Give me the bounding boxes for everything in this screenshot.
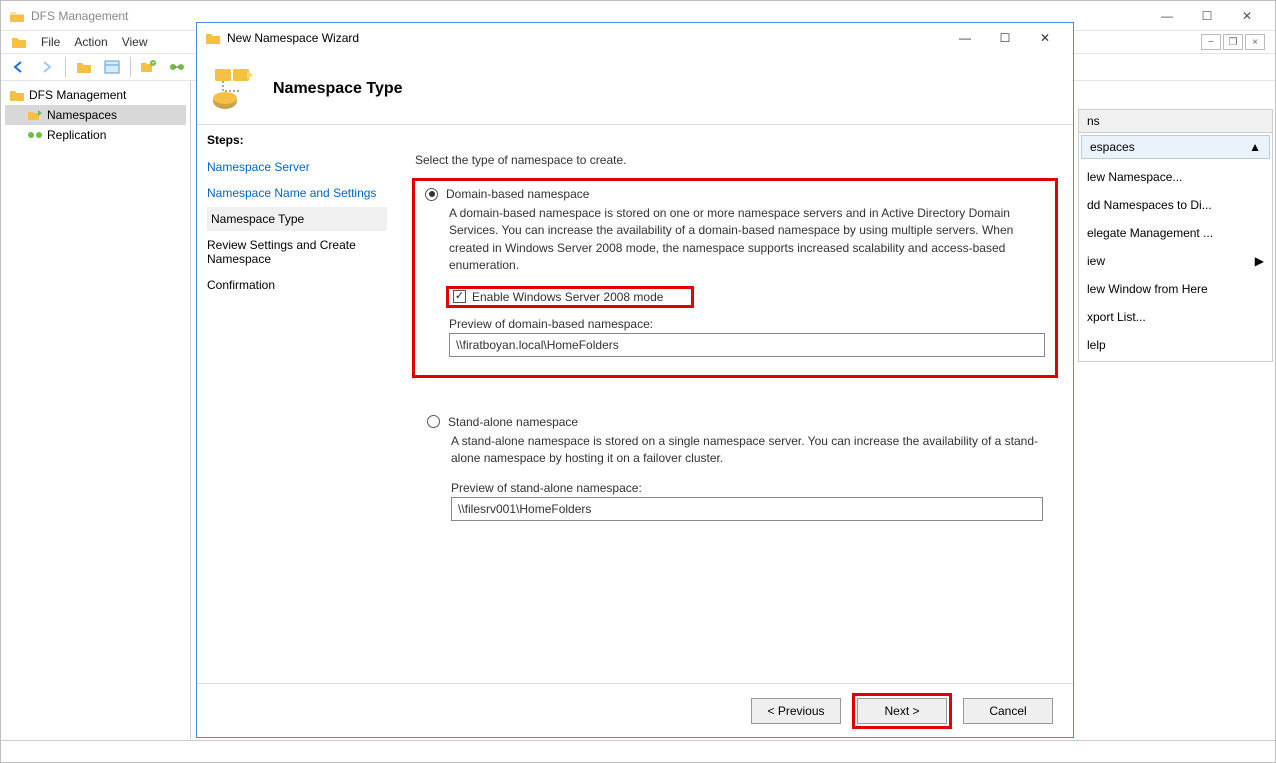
preview-domain-field: \\firatboyan.local\HomeFolders bbox=[449, 333, 1045, 357]
back-icon[interactable] bbox=[7, 56, 31, 78]
tree-panel: DFS Management Namespaces Replication bbox=[1, 81, 191, 739]
wizard-header: Namespace Type bbox=[197, 53, 1073, 125]
domain-desc: A domain-based namespace is stored on on… bbox=[449, 205, 1045, 275]
step-confirmation: Confirmation bbox=[207, 273, 387, 297]
tree-root[interactable]: DFS Management bbox=[5, 85, 186, 105]
content-panel: Select the type of namespace to create. … bbox=[397, 125, 1073, 673]
mdi-restore-icon[interactable]: ❐ bbox=[1223, 34, 1243, 50]
toolbar-sep bbox=[65, 57, 66, 77]
wizard-heading: Namespace Type bbox=[273, 80, 403, 98]
preview-sa-field: \\filesrv001\HomeFolders bbox=[451, 497, 1043, 521]
actions-list: lew Namespace... dd Namespaces to Di... … bbox=[1079, 161, 1272, 361]
wizard-header-icon bbox=[209, 65, 257, 113]
wizard-footer: < Previous Next > Cancel bbox=[197, 683, 1073, 737]
step-namespace-server[interactable]: Namespace Server bbox=[207, 155, 387, 179]
menu-view[interactable]: View bbox=[122, 35, 148, 49]
standalone-radio-row[interactable]: Stand-alone namespace bbox=[427, 415, 1043, 429]
toolbar-new-namespace-icon[interactable]: + bbox=[137, 56, 161, 78]
app-icon bbox=[9, 9, 25, 23]
domain-option-highlight: Domain-based namespace A domain-based na… bbox=[415, 181, 1055, 375]
tree-replication[interactable]: Replication bbox=[5, 125, 186, 145]
wizard-minimize-icon[interactable]: — bbox=[945, 25, 985, 51]
action-view[interactable]: iew▶ bbox=[1081, 247, 1270, 275]
mdi-close-icon[interactable]: × bbox=[1245, 34, 1265, 50]
step-namespace-name[interactable]: Namespace Name and Settings bbox=[207, 181, 387, 205]
tree-replication-label: Replication bbox=[47, 128, 106, 142]
action-new-namespace[interactable]: lew Namespace... bbox=[1081, 163, 1270, 191]
domain-radio-label: Domain-based namespace bbox=[446, 187, 589, 201]
collapse-icon[interactable]: ▲ bbox=[1249, 140, 1261, 154]
menu-action[interactable]: Action bbox=[74, 35, 107, 49]
mdi-controls: − ❐ × bbox=[1201, 34, 1265, 50]
actions-subheader-label: espaces bbox=[1090, 140, 1135, 154]
tree-namespaces-label: Namespaces bbox=[47, 108, 117, 122]
toolbar-folder-icon[interactable] bbox=[72, 56, 96, 78]
domain-radio[interactable] bbox=[425, 188, 438, 201]
previous-button[interactable]: < Previous bbox=[751, 698, 841, 724]
maximize-icon[interactable]: ☐ bbox=[1187, 3, 1227, 29]
action-new-window[interactable]: lew Window from Here bbox=[1081, 275, 1270, 303]
main-title: DFS Management bbox=[31, 9, 128, 23]
action-export-list[interactable]: xport List... bbox=[1081, 303, 1270, 331]
wizard-window-controls: — ☐ ✕ bbox=[945, 25, 1065, 51]
minimize-icon[interactable]: — bbox=[1147, 3, 1187, 29]
content-intro: Select the type of namespace to create. bbox=[415, 153, 1055, 167]
toolbar-replication-icon[interactable] bbox=[165, 56, 189, 78]
preview-domain-value: \\firatboyan.local\HomeFolders bbox=[456, 338, 619, 352]
next-button-highlight: Next > bbox=[855, 696, 949, 726]
forward-icon[interactable] bbox=[35, 56, 59, 78]
wizard-body: Steps: Namespace Server Namespace Name a… bbox=[197, 125, 1073, 673]
chevron-right-icon: ▶ bbox=[1255, 254, 1264, 268]
mdi-minimize-icon[interactable]: − bbox=[1201, 34, 1221, 50]
steps-label: Steps: bbox=[207, 133, 387, 147]
step-namespace-type[interactable]: Namespace Type bbox=[207, 207, 387, 231]
actions-subheader[interactable]: espaces ▲ bbox=[1081, 135, 1270, 159]
wizard-title: New Namespace Wizard bbox=[227, 31, 359, 45]
close-icon[interactable]: ✕ bbox=[1227, 3, 1267, 29]
main-window-controls: — ☐ ✕ bbox=[1147, 3, 1267, 29]
standalone-desc: A stand-alone namespace is stored on a s… bbox=[451, 433, 1043, 468]
enable-2008-checkbox[interactable] bbox=[453, 290, 466, 303]
next-button[interactable]: Next > bbox=[857, 698, 947, 724]
preview-sa-label: Preview of stand-alone namespace: bbox=[451, 481, 1043, 495]
statusbar bbox=[1, 740, 1275, 762]
preview-sa-value: \\filesrv001\HomeFolders bbox=[458, 502, 591, 516]
wizard-dialog: New Namespace Wizard — ☐ ✕ Namespace Typ… bbox=[196, 22, 1074, 738]
tree-namespaces[interactable]: Namespaces bbox=[5, 105, 186, 125]
standalone-radio[interactable] bbox=[427, 415, 440, 428]
domain-radio-row[interactable]: Domain-based namespace bbox=[425, 187, 1045, 201]
app-icon-small bbox=[11, 35, 27, 49]
wizard-titlebar: New Namespace Wizard — ☐ ✕ bbox=[197, 23, 1073, 53]
tree-root-label: DFS Management bbox=[29, 88, 126, 102]
svg-text:+: + bbox=[151, 61, 155, 67]
wizard-close-icon[interactable]: ✕ bbox=[1025, 25, 1065, 51]
action-delegate-management[interactable]: elegate Management ... bbox=[1081, 219, 1270, 247]
menu-file[interactable]: File bbox=[41, 35, 60, 49]
actions-header: ns bbox=[1079, 110, 1272, 133]
wizard-maximize-icon[interactable]: ☐ bbox=[985, 25, 1025, 51]
toolbar-sep2 bbox=[130, 57, 131, 77]
enable-2008-label: Enable Windows Server 2008 mode bbox=[472, 290, 663, 304]
enable-2008-row[interactable]: Enable Windows Server 2008 mode bbox=[449, 289, 691, 305]
actions-panel: ns espaces ▲ lew Namespace... dd Namespa… bbox=[1078, 109, 1273, 362]
preview-domain-label: Preview of domain-based namespace: bbox=[449, 317, 1045, 331]
toolbar-table-icon[interactable] bbox=[100, 56, 124, 78]
standalone-option-group: Stand-alone namespace A stand-alone name… bbox=[415, 405, 1055, 540]
standalone-radio-label: Stand-alone namespace bbox=[448, 415, 578, 429]
step-review: Review Settings and Create Namespace bbox=[207, 233, 387, 271]
wizard-icon bbox=[205, 31, 221, 45]
cancel-button[interactable]: Cancel bbox=[963, 698, 1053, 724]
steps-panel: Steps: Namespace Server Namespace Name a… bbox=[197, 125, 397, 673]
action-help[interactable]: lelp bbox=[1081, 331, 1270, 359]
action-add-namespaces[interactable]: dd Namespaces to Di... bbox=[1081, 191, 1270, 219]
